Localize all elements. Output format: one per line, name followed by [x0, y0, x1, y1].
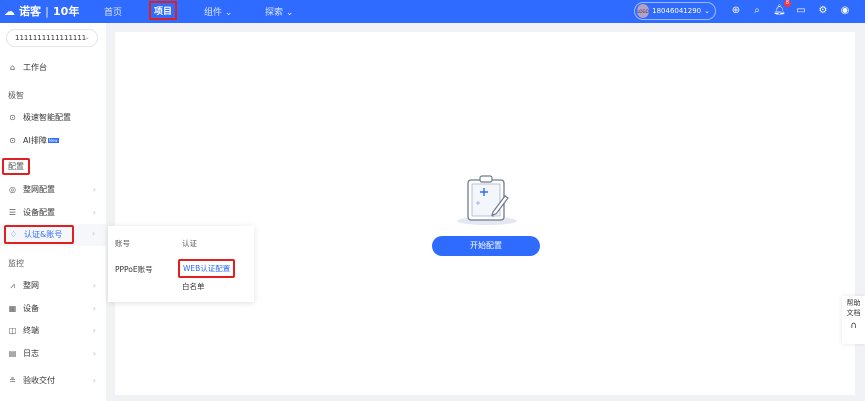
- top-header: ☁ 诺客 | 10年 首页 项目 组件 ⌄ 探索 ⌄ LOGO 18046041…: [0, 0, 865, 23]
- sliders-icon: ☰: [8, 208, 17, 217]
- label: 整网: [23, 281, 39, 290]
- project-select[interactable]: 1111111111111111 ⌄: [6, 29, 98, 47]
- clipboard-illustration-icon: [457, 175, 517, 225]
- headset-icon: ∩: [850, 321, 857, 331]
- delivery-icon: ≗: [9, 376, 16, 385]
- diamond-icon: ♢: [9, 230, 18, 239]
- logo-divider: |: [45, 4, 50, 18]
- user-icon[interactable]: ◉: [839, 5, 851, 17]
- group-config: 配置: [2, 158, 30, 175]
- label: 认证&账号: [24, 230, 63, 239]
- sidebar-item-delivery[interactable]: ≗ 验收交付 ›: [8, 375, 100, 386]
- nav-components-label: 组件: [204, 8, 223, 18]
- sidebar-item-network[interactable]: ⩘ 整网 ›: [8, 280, 100, 291]
- nav-home[interactable]: 首页: [104, 5, 122, 18]
- label: 验收交付: [23, 376, 55, 385]
- sidebar-item-fast-config[interactable]: ⊙ 极速智能配置: [8, 112, 100, 123]
- target-icon: ⊙: [9, 113, 16, 122]
- message-icon[interactable]: ▭: [795, 5, 807, 17]
- main-content: 开始配置: [115, 32, 855, 395]
- sidebar-item-ai-troubleshoot[interactable]: ⊙ AI排障 New: [8, 135, 100, 146]
- sidebar: 1111111111111111 ⌄ ⌂ 工作台 极智 ⊙ 极速智能配置 ⊙ AI排障 N…: [0, 23, 106, 401]
- label: 工作台: [23, 63, 47, 72]
- home-icon: ⌂: [9, 63, 16, 72]
- chevron-right-icon: ›: [92, 185, 96, 194]
- topology-icon: ⩘: [10, 280, 15, 290]
- user-menu[interactable]: LOGO 18046041290 ⌄: [634, 2, 716, 20]
- chevron-right-icon: ›: [92, 281, 96, 290]
- start-config-button[interactable]: 开始配置: [432, 236, 540, 256]
- menu-item-whitelist[interactable]: 白名单: [182, 281, 205, 292]
- terminal-icon: ◫: [8, 326, 17, 335]
- search-icon[interactable]: ⌕: [751, 5, 763, 17]
- logo-sub: 10年: [53, 5, 80, 18]
- chevron-down-icon: ⌄: [84, 33, 90, 41]
- group-monitor: 监控: [8, 259, 24, 268]
- label: 整网配置: [23, 185, 55, 194]
- menu-item-web-auth[interactable]: WEB认证配置: [178, 259, 236, 278]
- help-label: 帮助: [846, 299, 861, 307]
- avatar: LOGO: [637, 4, 650, 18]
- label: 终端: [23, 326, 39, 335]
- label: 极速智能配置: [23, 113, 71, 122]
- label: 日志: [23, 349, 39, 358]
- chevron-right-icon: ›: [92, 304, 96, 313]
- docs-label: 文档: [846, 309, 861, 317]
- submenu-popover: 账号 认证 PPPoE账号 WEB认证配置 白名单: [108, 226, 254, 302]
- device-icon: ▦: [8, 304, 17, 313]
- chevron-right-icon: ›: [92, 208, 96, 217]
- sidebar-item-network-config[interactable]: ◎ 整网配置 ›: [8, 184, 100, 195]
- cloud-logo-icon: ☁: [4, 4, 15, 18]
- nav-components[interactable]: 组件 ⌄: [204, 5, 232, 18]
- chevron-right-icon: ›: [92, 229, 96, 238]
- new-tag: New: [47, 138, 59, 143]
- bell-icon[interactable]: 🔔︎: [773, 5, 786, 17]
- sidebar-item-device-config[interactable]: ☰ 设备配置 ›: [8, 207, 100, 218]
- chevron-right-icon: ›: [92, 349, 96, 358]
- group-ai: 极智: [8, 91, 24, 100]
- sidebar-item-auth-account[interactable]: ♢ 认证&账号: [4, 225, 74, 244]
- chevron-down-icon: ⌄: [704, 7, 710, 15]
- gear-icon[interactable]: ⚙: [817, 5, 829, 17]
- project-select-value: 1111111111111111: [15, 34, 87, 42]
- help-docs-button[interactable]: 帮助 文档 ∩: [842, 296, 865, 344]
- label: AI排障: [23, 136, 47, 145]
- chevron-right-icon: ›: [92, 376, 96, 385]
- target-icon: ⊙: [9, 136, 16, 145]
- sidebar-item-device[interactable]: ▦ 设备 ›: [8, 303, 100, 314]
- logo[interactable]: ☁ 诺客 | 10年: [4, 3, 79, 19]
- notification-badge: 8: [784, 0, 791, 7]
- user-phone: 18046041290: [652, 7, 702, 15]
- label: 设备: [23, 304, 39, 313]
- menu-item-pppoe[interactable]: PPPoE账号: [115, 264, 153, 275]
- nav-explore-label: 探索: [265, 8, 284, 18]
- nav-project[interactable]: 项目: [149, 1, 178, 20]
- label: 设备配置: [23, 208, 55, 217]
- sidebar-item-terminal[interactable]: ◫ 终端 ›: [8, 325, 100, 336]
- sidebar-item-log[interactable]: ▤ 日志 ›: [8, 348, 100, 359]
- add-icon[interactable]: ⊕: [730, 5, 742, 17]
- sidebar-item-workbench[interactable]: ⌂ 工作台: [8, 62, 100, 73]
- chevron-right-icon: ›: [92, 326, 96, 335]
- network-icon: ◎: [9, 185, 16, 194]
- log-icon: ▤: [8, 349, 17, 358]
- nav-explore[interactable]: 探索 ⌄: [265, 5, 293, 18]
- col-header-account: 账号: [115, 239, 130, 248]
- col-header-auth: 认证: [182, 239, 197, 248]
